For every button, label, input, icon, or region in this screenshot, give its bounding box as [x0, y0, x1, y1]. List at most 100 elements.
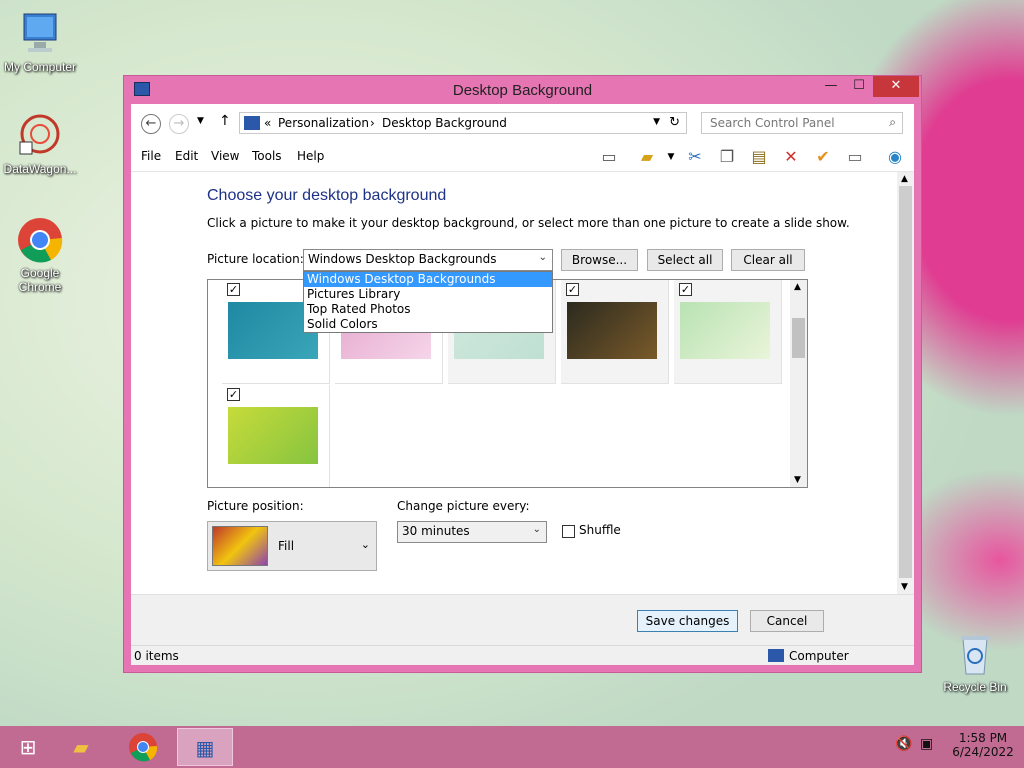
option-solid-colors[interactable]: Solid Colors	[304, 317, 552, 332]
save-changes-button[interactable]: Save changes	[637, 610, 738, 632]
title-bar[interactable]: Desktop Background — ☐ ✕	[124, 76, 921, 104]
picture-position-label: Picture position:	[207, 499, 304, 513]
window-title: Desktop Background	[452, 82, 593, 99]
address-dropdown-icon[interactable]: ▼	[653, 117, 660, 127]
picture-thumbnail	[567, 302, 657, 359]
menu-help[interactable]: Help	[297, 149, 324, 163]
shuffle-label: Shuffle	[579, 523, 621, 537]
control-panel-taskbar-icon[interactable]: ▦	[177, 728, 233, 766]
recycle-bin-icon	[951, 630, 999, 678]
scroll-down-icon[interactable]: ▼	[901, 582, 908, 592]
picture-position-select[interactable]: Fill ⌄	[207, 521, 377, 571]
minimize-button[interactable]: —	[817, 76, 845, 97]
computer-small-icon	[768, 649, 784, 662]
file-explorer-icon[interactable]: ▰	[53, 728, 109, 766]
dropdown-chevron-icon[interactable]: ▼	[660, 146, 682, 168]
option-windows-desktop-backgrounds[interactable]: Windows Desktop Backgrounds	[304, 272, 552, 287]
option-top-rated-photos[interactable]: Top Rated Photos	[304, 302, 552, 317]
volume-muted-icon[interactable]: 🔇	[895, 736, 912, 752]
delete-icon[interactable]: ✕	[780, 146, 802, 168]
desktop-icon-my-computer[interactable]: My Computer	[0, 10, 80, 74]
folder-check-icon[interactable]: ▰	[636, 146, 658, 168]
address-bar[interactable]: « Personalization › Desktop Background ▼…	[239, 112, 687, 134]
gallery-scrollbar[interactable]: ▲ ▼	[790, 280, 807, 487]
change-picture-label: Change picture every:	[397, 499, 530, 513]
refresh-icon[interactable]: ↻	[669, 115, 680, 130]
scroll-up-icon[interactable]: ▲	[901, 174, 908, 184]
globe-icon[interactable]: ◉	[884, 146, 906, 168]
recent-pages-chevron-icon[interactable]: ▼	[197, 116, 204, 126]
breadcrumb-personalization[interactable]: Personalization	[278, 116, 369, 130]
close-button[interactable]: ✕	[873, 76, 919, 97]
picture-checkbox[interactable]: ✓	[227, 388, 240, 401]
menu-tools[interactable]: Tools	[252, 149, 282, 163]
up-arrow-icon[interactable]: ↑	[219, 113, 231, 129]
picture-checkbox[interactable]: ✓	[566, 283, 579, 296]
properties-icon[interactable]: ▭	[844, 146, 866, 168]
content-area: Choose your desktop background Click a p…	[131, 172, 914, 594]
gallery-scroll-thumb[interactable]	[792, 318, 805, 358]
desktop-background-window: Desktop Background — ☐ ✕ ← → ▼ ↑ « Perso…	[123, 75, 922, 673]
chrome-icon	[16, 216, 64, 264]
preview-pane-icon[interactable]: ▭	[598, 146, 620, 168]
content-scroll-thumb[interactable]	[899, 186, 912, 578]
forward-arrow-icon[interactable]: →	[169, 114, 189, 134]
desktop-icon-label: Recycle Bin	[943, 680, 1007, 694]
taskbar: ⊞ ▰ ▦ 🔇 ▣ 1:58 PM 6/24/2022	[0, 726, 1024, 768]
picture-item[interactable]: ✓	[561, 280, 669, 384]
scroll-up-icon[interactable]: ▲	[794, 282, 801, 292]
back-arrow-icon[interactable]: ←	[141, 114, 161, 134]
browse-button[interactable]: Browse...	[561, 249, 638, 271]
copy-icon[interactable]: ❐	[716, 146, 738, 168]
picture-position-value: Fill	[278, 539, 295, 553]
search-icon[interactable]: ⌕	[889, 115, 896, 130]
breadcrumb-separator[interactable]: ›	[370, 116, 375, 130]
maximize-button[interactable]: ☐	[845, 76, 873, 97]
option-pictures-library[interactable]: Pictures Library	[304, 287, 552, 302]
picture-item[interactable]: ✓	[674, 280, 782, 384]
menu-file[interactable]: File	[141, 149, 161, 163]
search-input[interactable]: Search Control Panel ⌕	[701, 112, 903, 134]
select-all-button[interactable]: Select all	[647, 249, 723, 271]
status-location: Computer	[789, 649, 849, 663]
cut-icon[interactable]: ✂	[684, 146, 706, 168]
desktop-icon-datawagon[interactable]: DataWagon...	[0, 112, 80, 176]
change-picture-select[interactable]: 30 minutes ⌄	[397, 521, 547, 543]
shuffle-checkbox[interactable]	[562, 525, 575, 538]
page-description: Click a picture to make it your desktop …	[207, 216, 850, 230]
content-scrollbar[interactable]: ▲ ▼	[897, 172, 914, 594]
navigation-bar: ← → ▼ ↑ « Personalization › Desktop Back…	[131, 104, 914, 142]
clock-date: 6/24/2022	[952, 745, 1014, 759]
picture-location-select[interactable]: Windows Desktop Backgrounds ⌄	[303, 249, 553, 271]
menu-view[interactable]: View	[211, 149, 239, 163]
chrome-taskbar-icon[interactable]	[115, 728, 171, 766]
checkmark-icon[interactable]: ✔	[812, 146, 834, 168]
picture-location-dropdown: Windows Desktop Backgrounds Pictures Lib…	[303, 271, 553, 333]
window-client: ← → ▼ ↑ « Personalization › Desktop Back…	[131, 104, 914, 665]
desktop-icon-chrome[interactable]: Google Chrome	[0, 216, 80, 294]
clock[interactable]: 1:58 PM 6/24/2022	[948, 731, 1018, 759]
address-overflow-chevron[interactable]: «	[264, 116, 271, 130]
paste-icon[interactable]: ▤	[748, 146, 770, 168]
change-picture-value: 30 minutes	[402, 524, 470, 538]
menu-bar: File Edit View Tools Help ▭ ▰ ▼ ✂ ❐ ▤ ✕ …	[131, 142, 914, 172]
dialog-footer: Save changes Cancel	[131, 594, 914, 650]
picture-checkbox[interactable]: ✓	[227, 283, 240, 296]
status-item-count: 0 items	[134, 649, 179, 663]
scroll-down-icon[interactable]: ▼	[794, 475, 801, 485]
start-windows-icon[interactable]: ⊞	[0, 728, 56, 766]
picture-item[interactable]: ✓	[222, 385, 330, 487]
control-panel-small-icon	[244, 116, 260, 130]
desktop-icon-recycle-bin[interactable]: Recycle Bin	[935, 630, 1015, 694]
menu-edit[interactable]: Edit	[175, 149, 198, 163]
desktop-icon-label: DataWagon...	[3, 162, 77, 176]
chevron-down-icon: ⌄	[538, 252, 547, 263]
picture-checkbox[interactable]: ✓	[679, 283, 692, 296]
picture-thumbnail	[228, 407, 318, 464]
cancel-button[interactable]: Cancel	[750, 610, 824, 632]
chevron-down-icon: ⌄	[532, 524, 541, 535]
breadcrumb-desktop-background[interactable]: Desktop Background	[382, 116, 507, 130]
status-bar: 0 items Computer	[131, 645, 914, 665]
clear-all-button[interactable]: Clear all	[731, 249, 805, 271]
network-icon[interactable]: ▣	[920, 736, 933, 752]
